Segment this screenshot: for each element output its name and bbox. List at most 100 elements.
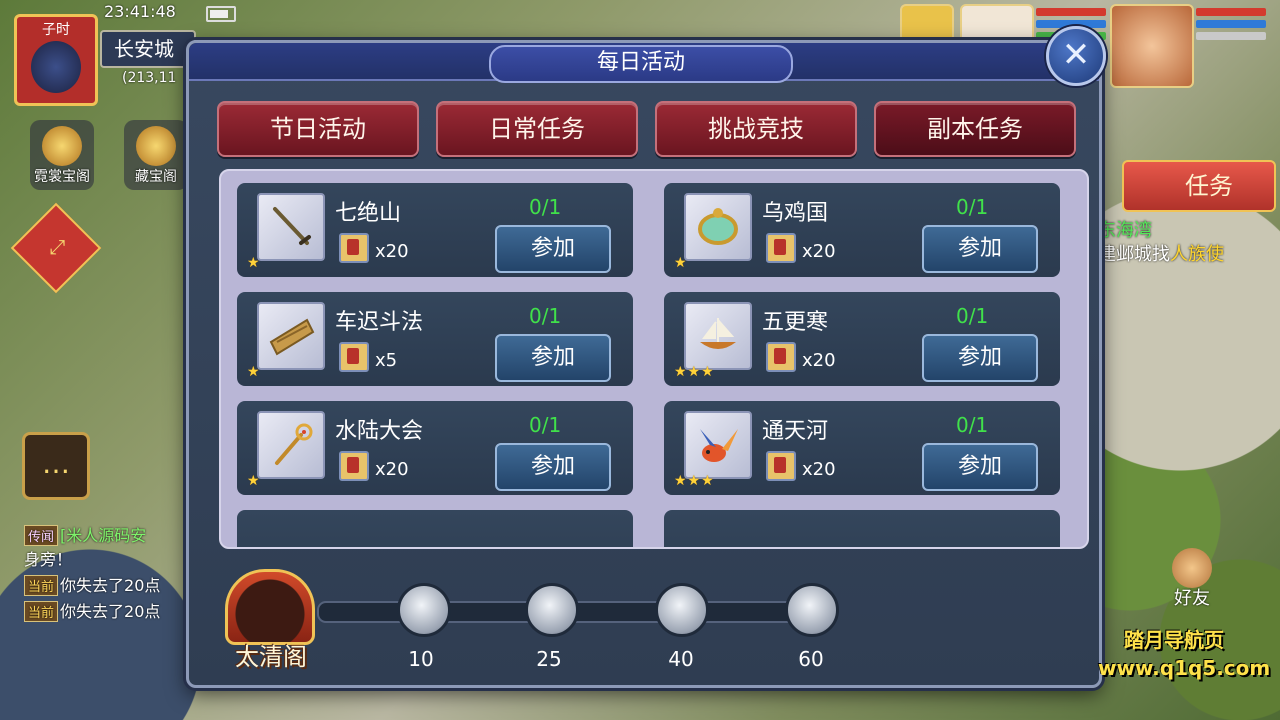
- activity-entry: 乌鸡国 x20 0/1 参加 ★: [664, 183, 1060, 277]
- reward-quantity: x20: [802, 459, 836, 480]
- star-rating: ★: [247, 255, 261, 271]
- activity-icon-frame: [684, 302, 752, 370]
- reward-scroll-icon: [339, 233, 369, 263]
- friend-button[interactable]: 好友: [1160, 548, 1224, 610]
- daily-activity-dialog: 每日活动 节日活动 日常任务 挑战竞技 副本任务 七绝山 x20 0/1 参加 …: [186, 40, 1102, 688]
- fish-icon: [700, 429, 738, 462]
- player-exp-bar: [1196, 32, 1266, 40]
- friend-label: 好友: [1174, 588, 1210, 609]
- time-period-art-icon: [31, 41, 81, 93]
- activity-list[interactable]: 七绝山 x20 0/1 参加 ★ 乌鸡国 x20 0/1 参加 ★ 车迟斗法 x: [219, 169, 1089, 549]
- activity-entry: [664, 510, 1060, 547]
- map-name[interactable]: 长安城: [100, 30, 196, 68]
- star-rating: ★: [674, 255, 688, 271]
- reward-quantity: x5: [375, 350, 398, 371]
- pavilion-icon[interactable]: [225, 569, 315, 645]
- activity-progress: 0/1: [529, 195, 562, 219]
- dialog-title-bar: 每日活动: [189, 43, 1099, 83]
- activity-entry: 水陆大会 x20 0/1 参加 ★: [237, 401, 633, 495]
- chat-button[interactable]: …: [22, 432, 90, 500]
- treasure-shop-button[interactable]: 藏宝阁: [124, 120, 188, 190]
- tab-daily[interactable]: 日常任务: [436, 101, 638, 157]
- chat-tag-current: 当前: [24, 575, 59, 596]
- activity-name: 乌鸡国: [762, 201, 829, 226]
- expand-button[interactable]: ⤢: [10, 202, 102, 294]
- chat-line: 当前 你失去了20点: [24, 598, 160, 622]
- player-portrait-icon[interactable]: [1110, 4, 1194, 88]
- chat-line: 当前 你失去了20点: [24, 572, 160, 596]
- activity-name: 七绝山: [335, 201, 402, 226]
- chat-text: 你失去了20点: [60, 602, 161, 621]
- star-rating: ★★★: [674, 364, 715, 380]
- reward-quantity: x20: [375, 241, 409, 262]
- tab-challenge[interactable]: 挑战竞技: [655, 101, 857, 157]
- activity-name: 通天河: [762, 419, 829, 444]
- activity-entry: 五更寒 x20 0/1 参加 ★★★: [664, 292, 1060, 386]
- reward-quantity: x20: [802, 350, 836, 371]
- milestone-label: 60: [798, 647, 824, 671]
- sword-icon: [273, 207, 311, 245]
- activity-icon-frame: [257, 302, 325, 370]
- quest-target: 人族使: [1170, 244, 1224, 265]
- reward-quantity: x20: [802, 241, 836, 262]
- chat-line: 身旁！: [24, 546, 72, 570]
- close-icon: ✕: [1061, 35, 1091, 75]
- reward-scroll-icon: [766, 233, 796, 263]
- activity-icon-frame: [684, 411, 752, 479]
- activity-icon-frame: [257, 411, 325, 479]
- time-period-badge[interactable]: 子时: [14, 14, 98, 106]
- reward-quantity: x20: [375, 459, 409, 480]
- summon-hp-bar: [1036, 8, 1106, 16]
- join-button[interactable]: 参加: [922, 334, 1038, 382]
- activity-name: 五更寒: [762, 310, 829, 335]
- jade-mirror-icon: [698, 208, 738, 245]
- chat-text: 你失去了20点: [60, 576, 161, 595]
- activity-progress: 0/1: [956, 195, 989, 219]
- join-button[interactable]: 参加: [495, 225, 611, 273]
- chat-bubble-icon: …: [42, 447, 70, 480]
- close-button[interactable]: ✕: [1046, 26, 1106, 86]
- milestone-chest-icon[interactable]: [785, 583, 839, 637]
- nishang-shop-icon: [42, 126, 82, 166]
- milestone-chest-icon[interactable]: [397, 583, 451, 637]
- scroll-icon: [269, 318, 315, 356]
- reward-scroll-icon: [339, 451, 369, 481]
- staff-icon: [275, 423, 313, 465]
- join-button[interactable]: 参加: [922, 443, 1038, 491]
- watermark-title: 踏月导航页: [1124, 628, 1224, 652]
- join-button[interactable]: 参加: [495, 334, 611, 382]
- chat-text: 身旁！: [24, 550, 73, 569]
- task-button[interactable]: 任务: [1122, 160, 1276, 212]
- pavilion-label: 太清阁: [235, 643, 307, 671]
- watermark-url: www.q1q5.com: [1098, 656, 1271, 680]
- reward-scroll-icon: [339, 342, 369, 372]
- activity-entry: 通天河 x20 0/1 参加 ★★★: [664, 401, 1060, 495]
- star-rating: ★★★: [674, 473, 715, 489]
- join-button[interactable]: 参加: [922, 225, 1038, 273]
- activity-name: 水陆大会: [335, 419, 424, 444]
- activity-icon-frame: [257, 193, 325, 261]
- tab-dungeon[interactable]: 副本任务: [874, 101, 1076, 157]
- milestone-label: 25: [536, 647, 562, 671]
- nishang-shop-button[interactable]: 霓裳宝阁: [30, 120, 94, 190]
- star-rating: ★: [247, 473, 261, 489]
- player-hp-bar: [1196, 8, 1266, 16]
- activity-icon-frame: [684, 193, 752, 261]
- activity-entry: 七绝山 x20 0/1 参加 ★: [237, 183, 633, 277]
- reward-scroll-icon: [766, 451, 796, 481]
- treasure-shop-icon: [136, 126, 176, 166]
- milestone-chest-icon[interactable]: [525, 583, 579, 637]
- activity-progress: 0/1: [529, 304, 562, 328]
- quest-location[interactable]: 东海湾: [1098, 216, 1152, 242]
- milestone-chest-icon[interactable]: [655, 583, 709, 637]
- time-period-label: 子时: [42, 22, 70, 38]
- join-button[interactable]: 参加: [495, 443, 611, 491]
- reward-scroll-icon: [766, 342, 796, 372]
- star-rating: ★: [247, 364, 261, 380]
- chat-tag-current: 当前: [24, 601, 59, 622]
- quest-description[interactable]: 建邺城找人族使: [1098, 240, 1224, 266]
- player-mp-bar: [1196, 20, 1266, 28]
- chat-tag-rumor: 传闻: [24, 525, 59, 546]
- activity-name: 车迟斗法: [335, 310, 424, 335]
- tab-festival[interactable]: 节日活动: [217, 101, 419, 157]
